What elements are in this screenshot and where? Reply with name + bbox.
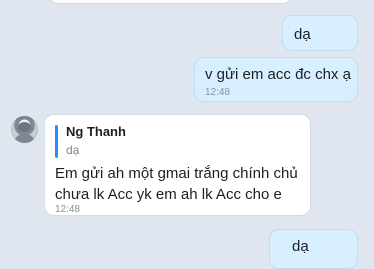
quoted-sender-name: Ng Thanh <box>66 124 126 139</box>
message-time: 12:48 <box>205 87 231 98</box>
quote-accent-bar <box>55 125 58 158</box>
message-text: dạ <box>292 238 309 255</box>
message-time: 12:48 <box>55 204 81 215</box>
ng-thanh-avatar[interactable] <box>11 116 38 143</box>
message-text: dạ <box>294 26 311 43</box>
message-line-1: Em gửi ah một gmai trắng chính chủ <box>55 165 298 182</box>
message-text: v gửi em acc đc chx ạ <box>205 66 351 83</box>
message-line-2: chưa lk Acc yk em ah lk Acc cho e <box>55 186 282 203</box>
quoted-message-text: dạ <box>66 143 80 157</box>
previous-message-bubble <box>48 0 292 4</box>
outgoing-message-v-gui-em-acc[interactable]: v gửi em acc đc chx ạ 12:48 <box>194 57 358 102</box>
outgoing-message-da-2[interactable]: dạ <box>269 229 358 269</box>
incoming-message-ng-thanh[interactable]: Ng Thanh dạ Em gửi ah một gmai trắng chí… <box>44 114 311 216</box>
outgoing-message-da-1[interactable]: dạ <box>282 15 358 51</box>
message-body: Em gửi ah một gmai trắng chính chủ chưa … <box>55 163 298 205</box>
